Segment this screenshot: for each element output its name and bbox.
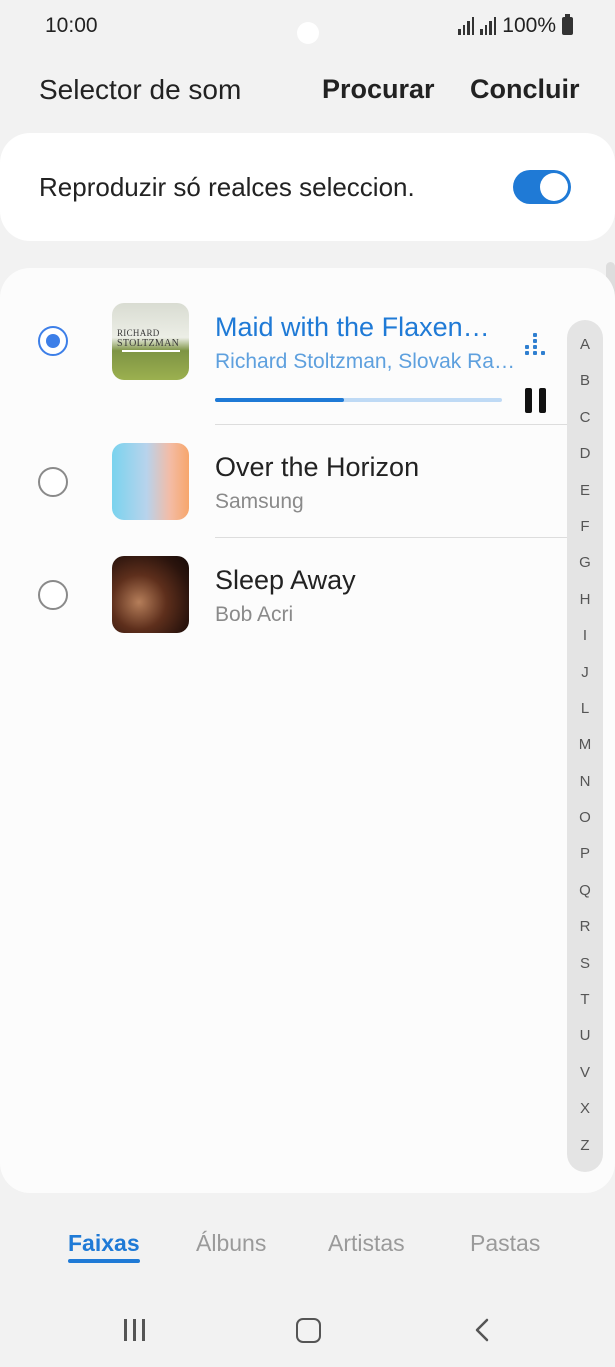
index-letter[interactable]: D bbox=[567, 445, 603, 481]
track-artist: Bob Acri bbox=[215, 603, 294, 626]
divider bbox=[215, 424, 567, 425]
page-title: Selector de som bbox=[39, 74, 242, 105]
index-letter[interactable]: N bbox=[567, 773, 603, 809]
battery-icon bbox=[562, 14, 573, 35]
app-header: Selector de som Procurar Concluir bbox=[0, 60, 615, 120]
index-letter[interactable]: C bbox=[567, 409, 603, 445]
radio-button[interactable] bbox=[38, 467, 68, 497]
track-artist: Samsung bbox=[215, 490, 304, 513]
divider bbox=[215, 537, 567, 538]
highlights-switch[interactable] bbox=[513, 170, 571, 204]
album-art-line bbox=[122, 350, 180, 352]
signal-icon bbox=[458, 17, 475, 35]
index-letter[interactable]: U bbox=[567, 1027, 603, 1063]
index-letter[interactable]: X bbox=[567, 1100, 603, 1136]
radio-button[interactable] bbox=[38, 580, 68, 610]
alphabet-index-list: ABCDEFGHIJLMNOPQRSTUVXZ bbox=[567, 336, 603, 1173]
done-button[interactable]: Concluir bbox=[470, 74, 580, 105]
radio-button-selected[interactable] bbox=[38, 326, 68, 356]
alphabet-index[interactable]: ABCDEFGHIJLMNOPQRSTUVXZ bbox=[567, 320, 603, 1172]
battery-percent: 100% bbox=[502, 14, 556, 37]
tab-bar: Faixas Álbuns Artistas Pastas bbox=[0, 1222, 615, 1272]
album-art bbox=[112, 556, 189, 633]
album-art-text: RICHARD bbox=[117, 328, 160, 338]
pause-icon[interactable] bbox=[524, 388, 548, 413]
index-letter[interactable]: O bbox=[567, 809, 603, 845]
tab-label: Artistas bbox=[328, 1230, 405, 1256]
track-list bbox=[0, 268, 615, 1193]
tab-tracks[interactable]: Faixas bbox=[68, 1230, 140, 1263]
tab-albums[interactable]: Álbuns bbox=[196, 1230, 266, 1257]
index-letter[interactable]: R bbox=[567, 918, 603, 954]
tab-folders[interactable]: Pastas bbox=[470, 1230, 540, 1257]
status-bar: 10:00 100% bbox=[0, 0, 615, 56]
index-letter[interactable]: G bbox=[567, 554, 603, 590]
index-letter[interactable]: Z bbox=[567, 1137, 603, 1173]
index-letter[interactable]: V bbox=[567, 1064, 603, 1100]
album-art: RICHARD STOLTZMAN bbox=[112, 303, 189, 380]
index-letter[interactable]: P bbox=[567, 845, 603, 881]
search-button[interactable]: Procurar bbox=[322, 74, 435, 105]
playback-progress[interactable] bbox=[215, 398, 502, 402]
home-icon[interactable] bbox=[296, 1318, 321, 1343]
progress-fill bbox=[215, 398, 345, 402]
tab-label: Faixas bbox=[68, 1230, 140, 1256]
index-letter[interactable]: I bbox=[567, 627, 603, 663]
tab-label: Pastas bbox=[470, 1230, 541, 1256]
signal-icon-2 bbox=[480, 17, 497, 35]
index-letter[interactable]: A bbox=[567, 336, 603, 372]
track-title: Over the Horizon bbox=[215, 452, 420, 482]
navigation-bar bbox=[0, 1300, 615, 1360]
index-letter[interactable]: T bbox=[567, 991, 603, 1027]
switch-knob bbox=[540, 173, 568, 201]
tab-artists[interactable]: Artistas bbox=[328, 1230, 405, 1257]
tab-label: Álbuns bbox=[196, 1230, 267, 1256]
recent-apps-icon[interactable] bbox=[124, 1319, 148, 1341]
index-letter[interactable]: H bbox=[567, 591, 603, 627]
tab-indicator bbox=[68, 1259, 140, 1263]
equalizer-icon bbox=[525, 333, 545, 359]
track-title: Maid with the Flaxen… bbox=[215, 312, 490, 342]
index-letter[interactable]: S bbox=[567, 955, 603, 991]
index-letter[interactable]: E bbox=[567, 482, 603, 518]
front-camera bbox=[297, 22, 319, 44]
index-letter[interactable]: L bbox=[567, 700, 603, 736]
back-icon[interactable] bbox=[471, 1318, 493, 1342]
index-letter[interactable]: J bbox=[567, 664, 603, 700]
status-indicators: 100% bbox=[458, 14, 573, 38]
highlights-label: Reproduzir só realces seleccion. bbox=[39, 172, 415, 202]
index-letter[interactable]: M bbox=[567, 736, 603, 772]
status-time: 10:00 bbox=[45, 14, 98, 37]
track-title: Sleep Away bbox=[215, 565, 356, 595]
album-art bbox=[112, 443, 189, 520]
index-letter[interactable]: B bbox=[567, 372, 603, 408]
index-letter[interactable]: F bbox=[567, 518, 603, 554]
album-art-text: STOLTZMAN bbox=[117, 338, 180, 349]
track-artist: Richard Stoltzman, Slovak Ra… bbox=[215, 350, 515, 373]
index-letter[interactable]: Q bbox=[567, 882, 603, 918]
